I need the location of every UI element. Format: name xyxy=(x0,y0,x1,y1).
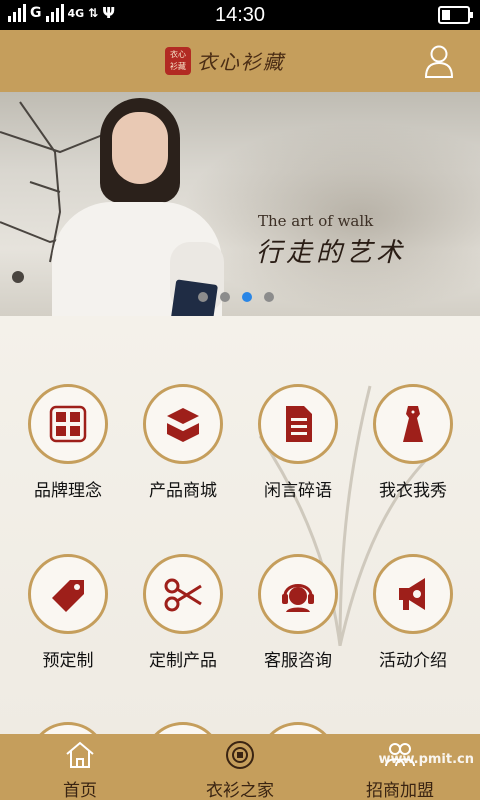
tab-label: 招商加盟 xyxy=(366,781,434,800)
tab-home[interactable]: 首页 xyxy=(0,734,160,800)
grid-item-show[interactable]: 我衣我秀 xyxy=(353,384,473,544)
icon-circle xyxy=(258,384,338,464)
tab-label: 衣衫之家 xyxy=(206,781,274,800)
icon-circle-partial[interactable] xyxy=(28,722,108,734)
clock: 14:30 xyxy=(214,4,266,26)
grid-item-preorder[interactable]: 预定制 xyxy=(8,554,128,714)
icon-circle xyxy=(28,384,108,464)
grid-item-events[interactable]: 活动介绍 xyxy=(353,554,473,714)
promo-banner[interactable]: The art of walk 行走的艺术 xyxy=(0,92,480,316)
brand-seal-icon: 衣心 衫藏 xyxy=(165,46,191,75)
banner-subtitle: The art of walk xyxy=(258,212,374,230)
icon-circle xyxy=(143,384,223,464)
icon-circle xyxy=(373,384,453,464)
brand-name: 衣心衫藏 xyxy=(197,50,285,74)
status-bar: G 4G ⇅ Ψ 14:30 xyxy=(0,0,480,30)
carousel-dot[interactable] xyxy=(198,292,208,302)
grid-item-support[interactable]: 客服咨询 xyxy=(238,554,358,714)
grid-item-label: 活动介绍 xyxy=(379,651,447,671)
home-icon xyxy=(66,741,94,768)
model-face xyxy=(112,112,168,184)
grid-item-label: 闲言碎语 xyxy=(264,481,332,501)
grid-item-notes[interactable]: 闲言碎语 xyxy=(238,384,358,544)
tab-family[interactable]: 衣衫之家 xyxy=(160,734,320,800)
banner-title: 行走的艺术 xyxy=(256,238,407,268)
grid-item-shop[interactable]: 产品商城 xyxy=(123,384,243,544)
app-header: 衣心 衫藏 衣心衫藏 xyxy=(0,30,480,92)
grid-item-label: 品牌理念 xyxy=(34,481,102,501)
grid-item-custom[interactable]: 定制产品 xyxy=(123,554,243,714)
carousel-dot[interactable] xyxy=(220,292,230,302)
tag-icon xyxy=(52,580,84,612)
grid-item-label: 客服咨询 xyxy=(264,651,332,671)
grid-item-label: 预定制 xyxy=(42,651,94,671)
grid-item-label: 产品商城 xyxy=(149,481,217,501)
scissors-icon xyxy=(164,578,202,612)
feature-grid: 品牌理念 产品商城 闲言碎语 我衣我秀 预定制 定制产品 客服咨询 活动介绍 xyxy=(0,316,480,734)
icon-circle-partial[interactable] xyxy=(258,722,338,734)
grid-item-label: 定制产品 xyxy=(149,651,217,671)
grid-item-brand[interactable]: 品牌理念 xyxy=(8,384,128,544)
icon-circle-partial[interactable] xyxy=(143,722,223,734)
seal-icon xyxy=(49,405,87,443)
watermark: www.pmit.cn xyxy=(378,752,474,767)
brand-logo: 衣心 衫藏 衣心衫藏 xyxy=(165,46,285,75)
battery-icon xyxy=(438,6,473,24)
boxes-icon xyxy=(166,408,200,442)
grid-item-label: 我衣我秀 xyxy=(379,481,447,501)
tab-franchise[interactable]: 招商加盟 xyxy=(320,734,480,800)
document-icon xyxy=(286,406,312,442)
user-icon[interactable] xyxy=(424,44,454,78)
headset-icon xyxy=(282,584,314,612)
coin-icon xyxy=(226,741,254,769)
carousel-dot-active[interactable] xyxy=(242,292,252,302)
icon-circle xyxy=(143,554,223,634)
tab-label: 首页 xyxy=(63,781,97,800)
icon-circle xyxy=(28,554,108,634)
qipao-icon xyxy=(403,406,423,442)
megaphone-icon xyxy=(399,578,425,610)
icon-circle xyxy=(258,554,338,634)
carousel-dot[interactable] xyxy=(264,292,274,302)
icon-circle xyxy=(373,554,453,634)
bottom-tab-bar: 首页 衣衫之家 招商加盟 xyxy=(0,734,480,800)
carousel-indicator[interactable] xyxy=(198,292,274,302)
